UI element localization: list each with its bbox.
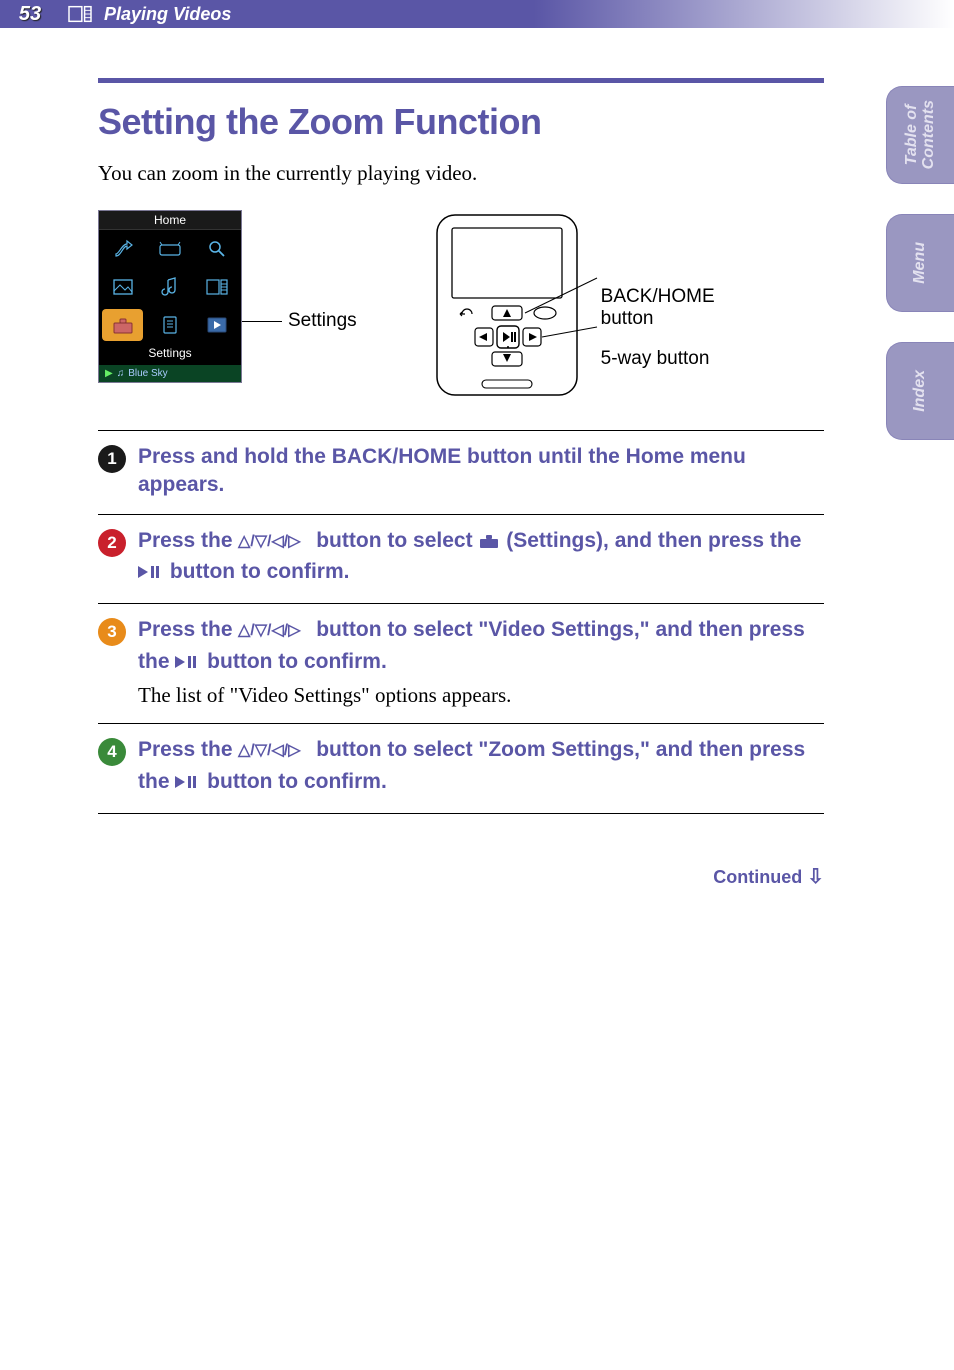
nav-icon: △/▽/◁/▷ <box>238 530 310 558</box>
play-pause-icon <box>138 561 164 589</box>
device-body: BACK/HOME button 5-way button <box>427 210 715 400</box>
tab-label: Index <box>912 370 929 412</box>
header-bar: 53 Playing Videos <box>0 0 954 28</box>
step-2-part-b: button to select <box>310 529 478 552</box>
nowplaying-note: ♫ <box>117 368 125 379</box>
figure-row: Home Settings <box>98 210 824 400</box>
toolbox-icon <box>478 530 500 558</box>
search-icon <box>194 230 241 268</box>
step-2: 2 Press the △/▽/◁/▷ button to select (Se… <box>98 514 824 604</box>
step-4-part-c: button to confirm. <box>201 770 386 793</box>
five-way-label: 5-way button <box>601 348 710 370</box>
tab-table-of-contents[interactable]: Table of Contents <box>886 86 954 184</box>
continued: Continued ⇩ <box>98 864 824 889</box>
settings-highlight <box>99 306 146 344</box>
page-number: 53 <box>0 3 60 26</box>
play-pause-icon <box>175 771 201 799</box>
nowplaying-title: Blue Sky <box>128 368 167 379</box>
side-tabs: Table of Contents Menu Index <box>886 86 954 440</box>
header-gradient <box>534 0 954 28</box>
tab-menu[interactable]: Menu <box>886 214 954 312</box>
page-title: Setting the Zoom Function <box>98 101 824 143</box>
step-3-part-a: Press the <box>138 618 238 641</box>
tab-label: Menu <box>912 242 929 284</box>
step-2-part-c: (Settings), and then press the <box>500 529 801 552</box>
step-3: 3 Press the △/▽/◁/▷ button to select "Vi… <box>98 603 824 723</box>
video-icon <box>60 6 100 22</box>
svg-text:△/▽/◁/▷: △/▽/◁/▷ <box>237 622 301 639</box>
step-number-4: 4 <box>98 738 126 766</box>
step-2-part-a: Press the <box>138 529 238 552</box>
screen-label: Settings <box>99 344 241 365</box>
device-screen: Home Settings <box>98 210 242 383</box>
step-4: 4 Press the △/▽/◁/▷ button to select "Zo… <box>98 723 824 814</box>
back-home-label: BACK/HOME button <box>601 286 715 330</box>
play-pause-icon <box>175 651 201 679</box>
step-number-2: 2 <box>98 529 126 557</box>
photo-icon <box>99 268 146 306</box>
svg-text:△/▽/◁/▷: △/▽/◁/▷ <box>237 742 301 759</box>
step-1-text: Press and hold the BACK/HOME button unti… <box>138 445 746 496</box>
callout-text: Settings <box>288 310 357 332</box>
play-indicator-icon: ▶ <box>105 368 113 379</box>
main-content: Setting the Zoom Function You can zoom i… <box>98 78 824 889</box>
shuffle-icon <box>99 230 146 268</box>
nowplaying-icon <box>194 306 241 344</box>
screen-title: Home <box>99 211 241 230</box>
title-rule <box>98 78 824 83</box>
step-4-part-a: Press the <box>138 738 238 761</box>
step-3-plain: The list of "Video Settings" options app… <box>138 681 824 709</box>
tab-index[interactable]: Index <box>886 342 954 440</box>
video-list-icon <box>194 268 241 306</box>
down-arrow-icon: ⇩ <box>807 866 824 888</box>
playlist-icon <box>146 306 193 344</box>
step-1: 1 Press and hold the BACK/HOME button un… <box>98 430 824 514</box>
nav-icon: △/▽/◁/▷ <box>238 739 310 767</box>
steps-list: 1 Press and hold the BACK/HOME button un… <box>98 430 824 814</box>
continued-text: Continued <box>713 867 802 887</box>
label-back-home: BACK/HOME button <box>595 286 715 330</box>
callout-line <box>242 321 282 322</box>
intro-text: You can zoom in the currently playing vi… <box>98 161 824 186</box>
nav-icon: △/▽/◁/▷ <box>238 619 310 647</box>
chapter-title: Playing Videos <box>104 4 231 25</box>
step-number-1: 1 <box>98 445 126 473</box>
step-number-3: 3 <box>98 618 126 646</box>
tab-label: Table of Contents <box>904 100 938 169</box>
svg-text:△/▽/◁/▷: △/▽/◁/▷ <box>237 533 301 550</box>
callout-settings: Settings <box>242 310 357 332</box>
step-3-part-c: button to confirm. <box>201 650 386 673</box>
music-icon <box>146 268 193 306</box>
fm-icon <box>146 230 193 268</box>
label-five-way: 5-way button <box>595 348 715 370</box>
device-outline <box>427 210 597 400</box>
step-2-part-d: button to confirm. <box>164 560 349 583</box>
screen-footer: ▶ ♫ Blue Sky <box>99 365 241 382</box>
